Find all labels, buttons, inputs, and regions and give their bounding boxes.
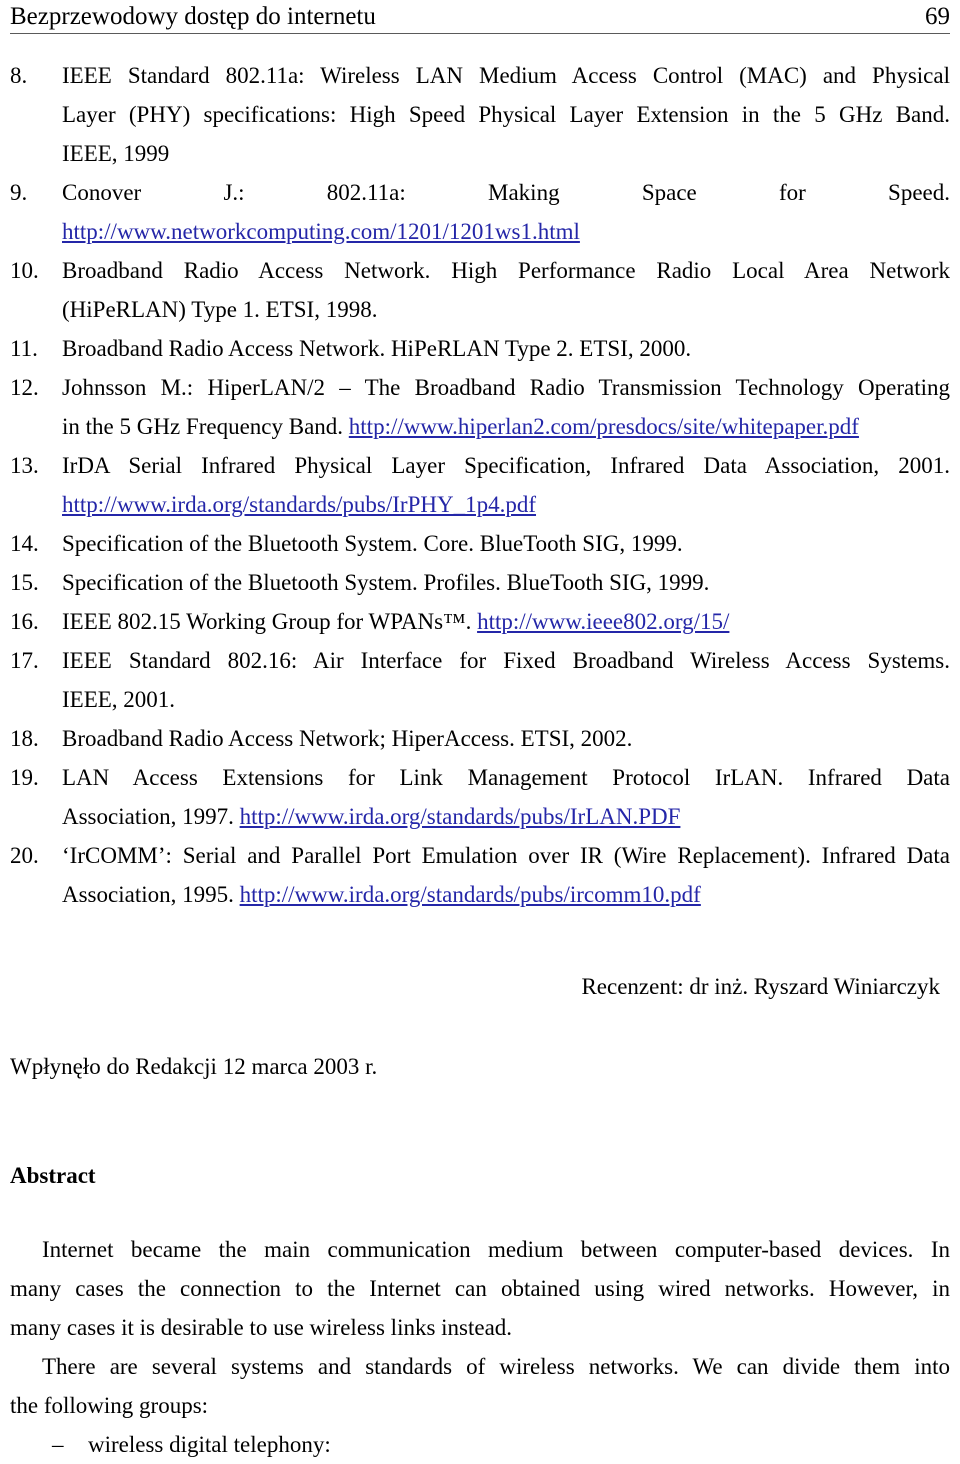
reference-text: Specification of the Bluetooth System. P…	[62, 563, 950, 602]
reference-line: Association, 1995. http://www.irda.org/s…	[62, 875, 950, 914]
reference-text: IEEE 802.15 Working Group for WPANs™. ht…	[62, 602, 950, 641]
paragraph-line: Internet became the main communication m…	[42, 1237, 950, 1262]
reference-line: LAN Access Extensions for Link Managemen…	[62, 765, 950, 790]
reference-number: 9.	[10, 180, 28, 205]
reference-item: 18. Broadband Radio Access Network; Hiper…	[0, 719, 960, 758]
reference-line: Conover J.: 802.11a: Making Space for Sp…	[62, 180, 950, 205]
reference-line: Specification of the Bluetooth System. P…	[62, 570, 710, 595]
reference-line: in the 5 GHz Frequency Band. http://www.…	[62, 407, 950, 446]
reference-item: 11. Broadband Radio Access Network. HiPeR…	[0, 329, 960, 368]
reference-line: IEEE 802.15 Working Group for WPANs™. ht…	[62, 602, 950, 641]
reference-line: http://www.irda.org/standards/pubs/IrPHY…	[62, 485, 950, 524]
reference-text: Specification of the Bluetooth System. C…	[62, 524, 950, 563]
list-item: – wireless digital telephony:	[10, 1425, 950, 1464]
reference-number: 8.	[10, 63, 28, 88]
reference-text: IrDA Serial Infrared Physical Layer Spec…	[62, 446, 950, 524]
reference-link[interactable]: http://www.irda.org/standards/pubs/IrPHY…	[62, 492, 536, 517]
reference-link[interactable]: http://www.irda.org/standards/pubs/IrLAN…	[240, 804, 681, 829]
reference-text-segment: Association, 1995.	[62, 882, 240, 907]
reference-item: 10. Broadband Radio Access Network. High …	[0, 251, 960, 329]
reference-text-segment: in the 5 GHz Frequency Band.	[62, 414, 349, 439]
reference-line: IEEE Standard 802.11a: Wireless LAN Medi…	[62, 63, 950, 88]
reference-number: 12.	[10, 375, 39, 400]
reference-line: Broadband Radio Access Network. HiPeRLAN…	[62, 336, 692, 361]
reference-number: 20.	[10, 843, 39, 868]
reference-line: IEEE Standard 802.16: Air Interface for …	[62, 648, 950, 673]
abstract-body: Internet became the main communication m…	[10, 1230, 950, 1464]
reference-line: http://www.networkcomputing.com/1201/120…	[62, 212, 950, 251]
paragraph-line: many cases it is desirable to use wirele…	[10, 1315, 513, 1340]
header-divider	[10, 33, 950, 34]
reference-item: 14. Specification of the Bluetooth System…	[0, 524, 960, 563]
reference-item: 13. IrDA Serial Infrared Physical Layer S…	[0, 446, 960, 524]
reference-number: 19.	[10, 765, 39, 790]
abstract-heading: Abstract	[10, 1163, 96, 1188]
reference-text: Broadband Radio Access Network. HiPeRLAN…	[62, 329, 950, 368]
reference-number: 18.	[10, 726, 39, 751]
reference-list: 8. IEEE Standard 802.11a: Wireless LAN Me…	[0, 56, 960, 914]
reference-text: IEEE Standard 802.11a: Wireless LAN Medi…	[62, 56, 950, 173]
reference-text: Broadband Radio Access Network. High Per…	[62, 251, 950, 329]
reference-number: 16.	[10, 609, 39, 634]
reference-line: Broadband Radio Access Network. High Per…	[62, 258, 950, 283]
reference-link[interactable]: http://www.ieee802.org/15/	[477, 609, 729, 634]
reference-number: 17.	[10, 648, 39, 673]
reference-link[interactable]: http://www.networkcomputing.com/1201/120…	[62, 219, 580, 244]
reference-text: LAN Access Extensions for Link Managemen…	[62, 758, 950, 836]
reference-text: IEEE Standard 802.16: Air Interface for …	[62, 641, 950, 719]
reference-text: Conover J.: 802.11a: Making Space for Sp…	[62, 173, 950, 251]
reference-number: 15.	[10, 570, 39, 595]
reference-line: (HiPeRLAN) Type 1. ETSI, 1998.	[62, 297, 378, 322]
header-title: Bezprzewodowy dostęp do internetu	[10, 3, 376, 30]
paragraph-line: the following groups:	[10, 1393, 209, 1418]
dash-bullet-icon: –	[52, 1432, 64, 1457]
reference-line: ‘IrCOMM’: Serial and Parallel Port Emula…	[62, 843, 950, 868]
reference-link[interactable]: http://www.irda.org/standards/pubs/ircom…	[240, 882, 701, 907]
abstract-paragraph-1: Internet became the main communication m…	[10, 1230, 950, 1347]
document-page: Bezprzewodowy dostęp do internetu 69 8. I…	[0, 0, 960, 1460]
reference-item: 12. Johnsson M.: HiperLAN/2 – The Broadba…	[0, 368, 960, 446]
reference-line: Association, 1997. http://www.irda.org/s…	[62, 797, 950, 836]
reference-line: IrDA Serial Infrared Physical Layer Spec…	[62, 453, 950, 478]
reference-line: Johnsson M.: HiperLAN/2 – The Broadband …	[62, 375, 950, 400]
reference-line: Broadband Radio Access Network; HiperAcc…	[62, 726, 633, 751]
paragraph-line: There are several systems and standards …	[42, 1354, 950, 1379]
reference-text-segment: IEEE 802.15 Working Group for WPANs™.	[62, 609, 478, 634]
reference-item: 19. LAN Access Extensions for Link Manage…	[0, 758, 960, 836]
reference-number: 13.	[10, 453, 39, 478]
reference-number: 11.	[10, 336, 38, 361]
received-date-line: Wpłynęło do Redakcji 12 marca 2003 r.	[10, 1054, 378, 1079]
abstract-paragraph-2: There are several systems and standards …	[10, 1347, 950, 1425]
page-number: 69	[925, 3, 950, 30]
reference-text: ‘IrCOMM’: Serial and Parallel Port Emula…	[62, 836, 950, 914]
reference-line: Layer (PHY) specifications: High Speed P…	[62, 102, 950, 127]
reference-text: Johnsson M.: HiperLAN/2 – The Broadband …	[62, 368, 950, 446]
reference-line: IEEE, 1999	[62, 141, 170, 166]
reference-item: 15. Specification of the Bluetooth System…	[0, 563, 960, 602]
reviewer-line: Recenzent: dr inż. Ryszard Winiarczyk	[581, 974, 940, 999]
reference-number: 14.	[10, 531, 39, 556]
reference-item: 20. ‘IrCOMM’: Serial and Parallel Port Em…	[0, 836, 960, 914]
reference-item: 17. IEEE Standard 802.16: Air Interface f…	[0, 641, 960, 719]
reference-number: 10.	[10, 258, 39, 283]
paragraph-line: many cases the connection to the Interne…	[10, 1276, 950, 1301]
reference-link[interactable]: http://www.hiperlan2.com/presdocs/site/w…	[349, 414, 859, 439]
reference-item: 16. IEEE 802.15 Working Group for WPANs™.…	[0, 602, 960, 641]
list-item-label: wireless digital telephony:	[88, 1432, 331, 1457]
reference-item: 8. IEEE Standard 802.11a: Wireless LAN Me…	[0, 56, 960, 173]
reference-text-segment: Association, 1997.	[62, 804, 240, 829]
reference-text: Broadband Radio Access Network; HiperAcc…	[62, 719, 950, 758]
reference-line: Specification of the Bluetooth System. C…	[62, 531, 683, 556]
reference-item: 9. Conover J.: 802.11a: Making Space for …	[0, 173, 960, 251]
reference-line: IEEE, 2001.	[62, 687, 176, 712]
